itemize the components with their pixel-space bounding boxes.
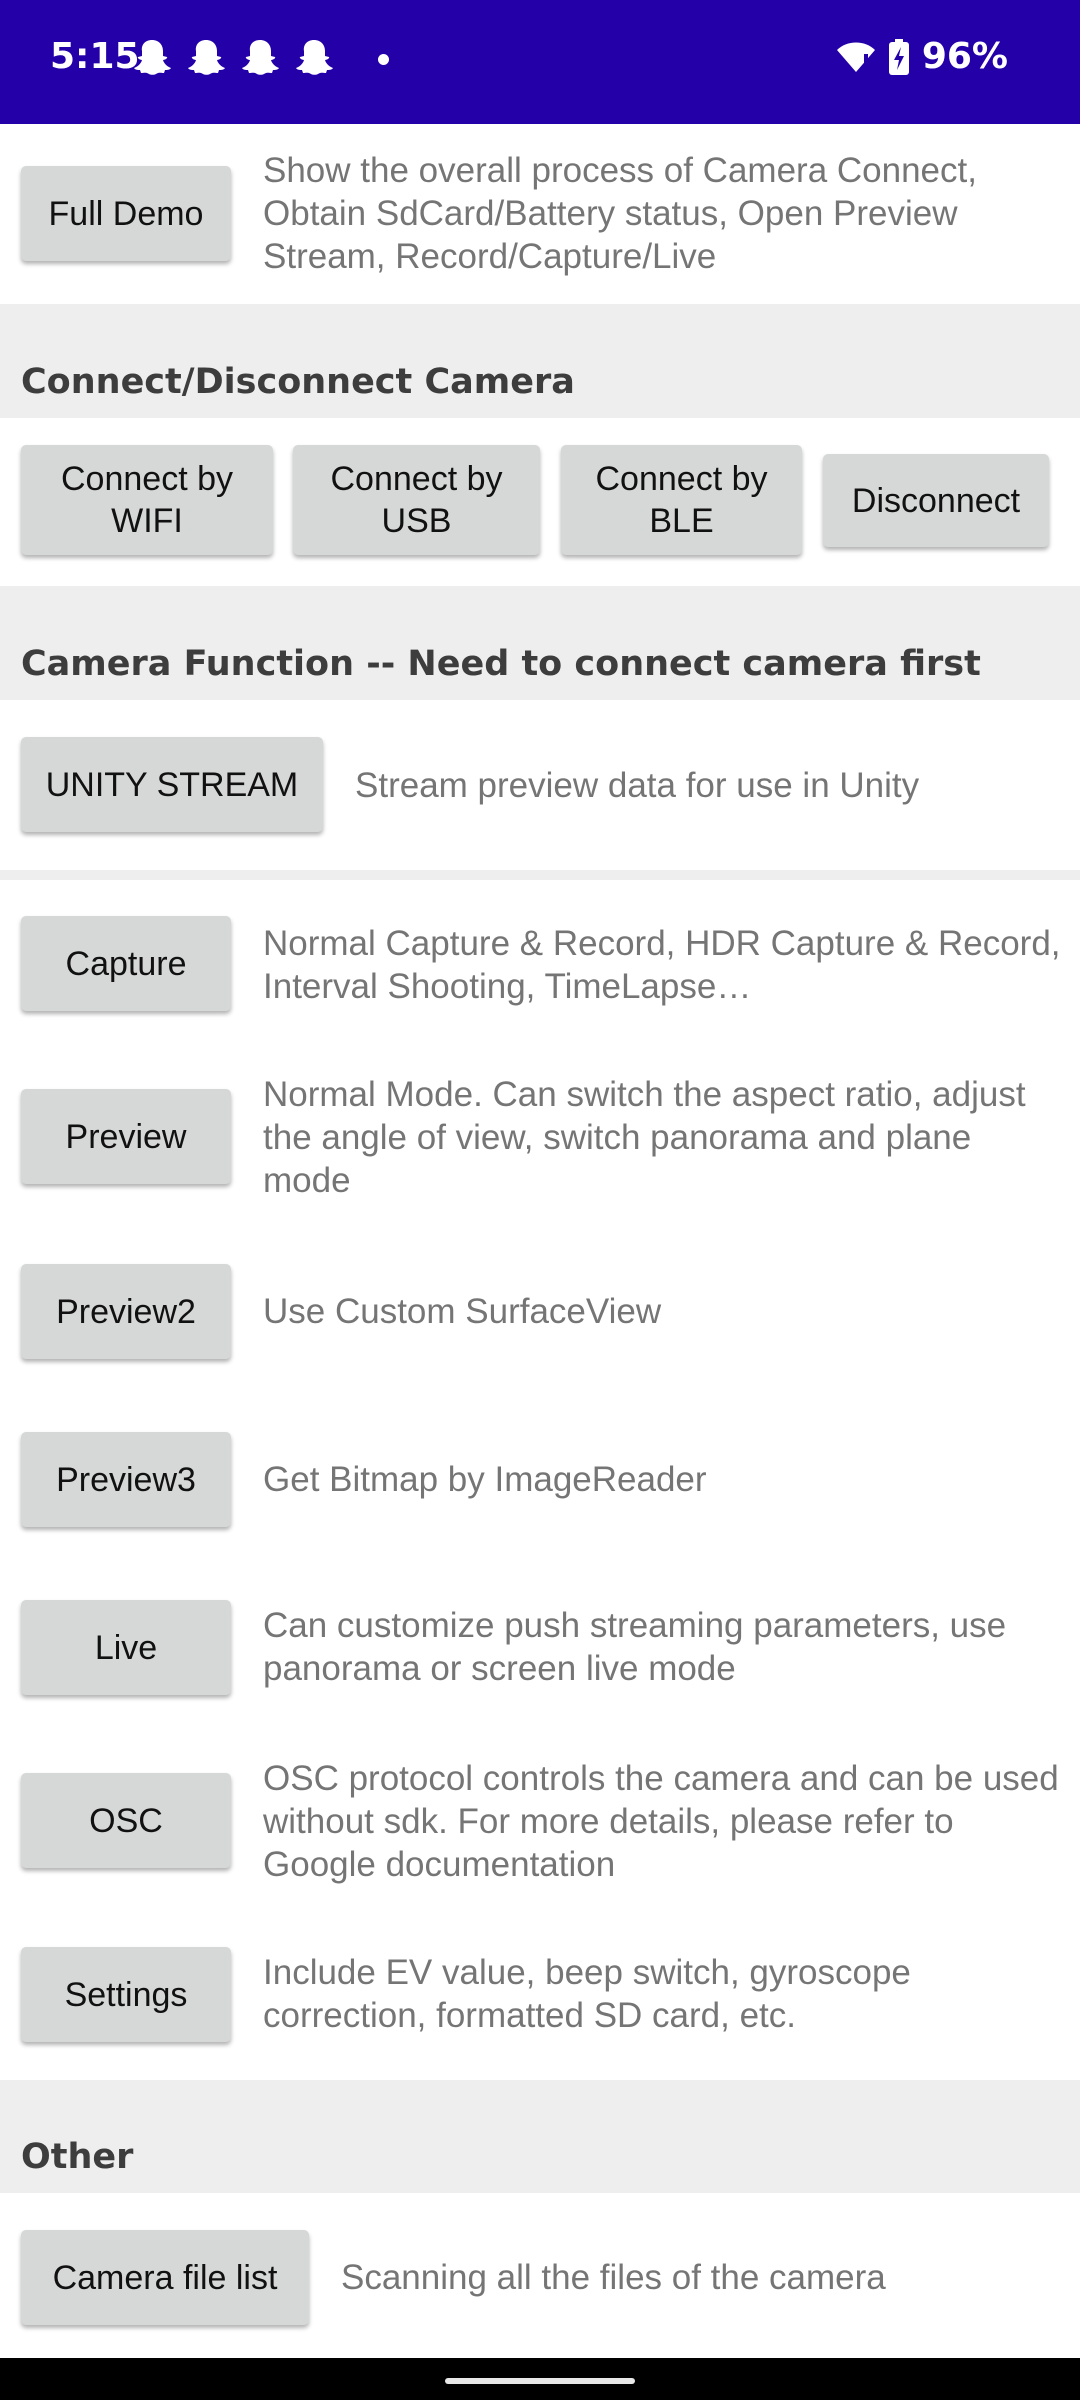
preview2-description: Use Custom SurfaceView (263, 1292, 662, 1331)
connect-ble-button[interactable]: Connect by BLE (561, 445, 802, 555)
camera-file-list-button[interactable]: Camera file list (21, 2230, 309, 2325)
camera-function-header: Camera Function -- Need to connect camer… (0, 586, 1080, 700)
wifi-icon (836, 42, 875, 72)
full-demo-button[interactable]: Full Demo (21, 166, 231, 261)
more-notifications-dot (378, 54, 389, 65)
status-bar: 5:15 96% (0, 0, 1080, 124)
camera-function-title: Camera Function -- Need to connect camer… (21, 644, 981, 684)
settings-button[interactable]: Settings (21, 1947, 231, 2042)
connect-buttons-row: Connect by WIFI Connect by USB Connect b… (0, 418, 1080, 586)
connect-usb-button[interactable]: Connect by USB (293, 445, 540, 555)
capture-button[interactable]: Capture (21, 916, 231, 1011)
unity-stream-row: UNITY STREAM Stream preview data for use… (0, 700, 1080, 870)
snapchat-icon (296, 40, 333, 75)
snapchat-icon (188, 40, 225, 75)
live-button[interactable]: Live (21, 1600, 231, 1695)
battery-percent: 96% (921, 36, 1008, 77)
navigation-bar (0, 2358, 1080, 2400)
snapchat-icon (242, 40, 279, 75)
divider (0, 870, 1080, 880)
osc-description: OSC protocol controls the camera and can… (263, 1759, 1059, 1884)
full-demo-row: Full Demo Show the overall process of Ca… (0, 124, 1080, 304)
preview-description: Normal Mode. Can switch the aspect ratio… (263, 1075, 1026, 1200)
disconnect-button[interactable]: Disconnect (823, 454, 1049, 547)
capture-description: Normal Capture & Record, HDR Capture & R… (263, 924, 1061, 1006)
camera-file-list-description: Scanning all the files of the camera (341, 2258, 886, 2297)
connect-section-header: Connect/Disconnect Camera (0, 304, 1080, 418)
connect-section-title: Connect/Disconnect Camera (21, 362, 575, 402)
home-gesture-handle[interactable] (445, 2378, 635, 2384)
connect-wifi-button[interactable]: Connect by WIFI (21, 445, 273, 555)
preview3-description: Get Bitmap by ImageReader (263, 1460, 707, 1499)
status-time: 5:15 (50, 36, 140, 77)
unity-stream-description: Stream preview data for use in Unity (355, 766, 920, 805)
live-description: Can customize push streaming parameters,… (263, 1606, 1007, 1688)
battery-charging-icon (888, 38, 909, 75)
unity-stream-button[interactable]: UNITY STREAM (21, 737, 323, 832)
preview3-button[interactable]: Preview3 (21, 1432, 231, 1527)
preview2-button[interactable]: Preview2 (21, 1264, 231, 1359)
osc-button[interactable]: OSC (21, 1773, 231, 1868)
notification-icons (132, 38, 334, 76)
camera-file-list-row: Camera file list Scanning all the files … (0, 2193, 1080, 2358)
preview-button[interactable]: Preview (21, 1089, 231, 1184)
system-icons: 96% (836, 36, 1008, 77)
snapchat-icon (134, 40, 171, 75)
other-section-header: Other (0, 2080, 1080, 2193)
function-list: Capture Normal Capture & Record, HDR Cap… (0, 880, 1080, 2080)
full-demo-description: Show the overall process of Camera Conne… (263, 151, 977, 276)
other-section-title: Other (21, 2137, 134, 2177)
settings-description: Include EV value, beep switch, gyroscope… (263, 1953, 911, 2035)
